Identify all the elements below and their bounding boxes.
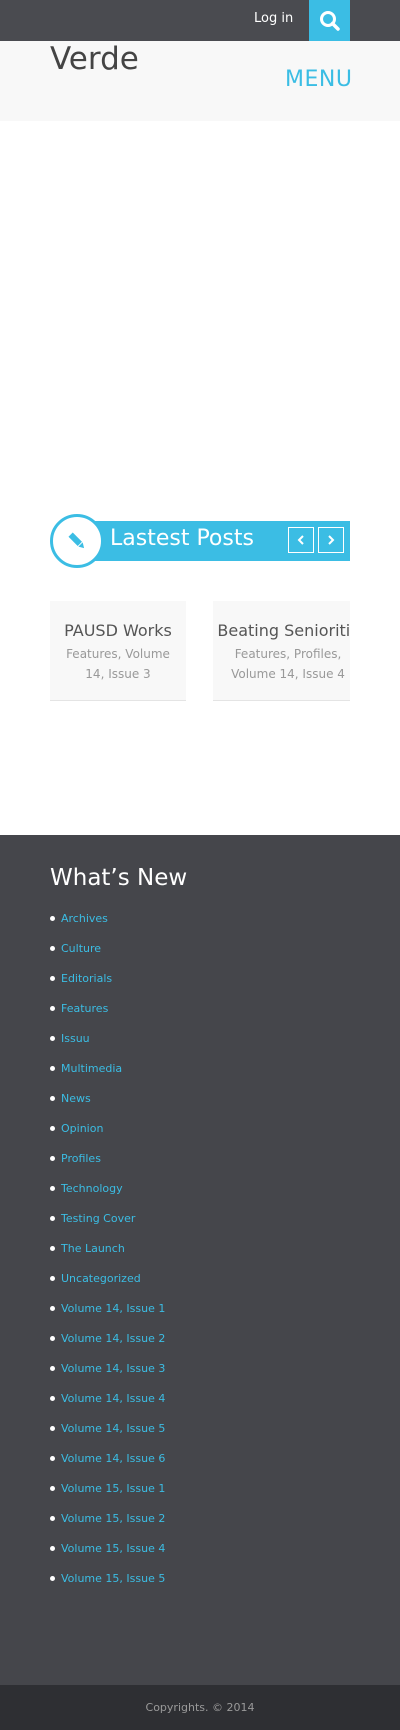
latest-posts-title: Lastest Posts: [110, 526, 254, 551]
category-link[interactable]: Technology: [61, 1182, 123, 1195]
carousel-next-button[interactable]: [318, 527, 344, 553]
category-link[interactable]: Culture: [61, 942, 101, 955]
category-link[interactable]: Issuu: [61, 1032, 90, 1045]
bullet-icon: [50, 1185, 55, 1191]
category-list-item: Volume 15, Issue 5: [50, 1563, 165, 1593]
post-title[interactable]: PAUSD Works: [50, 621, 186, 640]
bullet-icon: [50, 1065, 55, 1071]
site-title[interactable]: Verde: [50, 41, 139, 77]
category-list-item: The Launch: [50, 1233, 165, 1263]
category-list-item: Multimedia: [50, 1053, 165, 1083]
category-list-item: Volume 15, Issue 1: [50, 1473, 165, 1503]
post-title[interactable]: Beating Senioritis: [213, 621, 350, 640]
bullet-icon: [50, 1035, 55, 1041]
category-link[interactable]: Editorials: [61, 972, 112, 985]
bullet-icon: [50, 1425, 55, 1431]
category-list-item: Volume 14, Issue 4: [50, 1383, 165, 1413]
category-link[interactable]: Profiles: [61, 1152, 101, 1165]
category-link[interactable]: Volume 14, Issue 1: [61, 1302, 165, 1315]
category-list-item: Features: [50, 993, 165, 1023]
bullet-icon: [50, 1155, 55, 1161]
category-link[interactable]: Volume 14, Issue 2: [61, 1332, 165, 1345]
category-list-item: Editorials: [50, 963, 165, 993]
category-list-item: Volume 15, Issue 4: [50, 1533, 165, 1563]
category-list-item: Uncategorized: [50, 1263, 165, 1293]
pencil-badge: [50, 514, 104, 568]
bullet-icon: [50, 1485, 55, 1491]
category-list-item: News: [50, 1083, 165, 1113]
post-meta: Features, Profiles, Volume 14, Issue 4: [231, 647, 345, 681]
category-link[interactable]: Volume 14, Issue 4: [61, 1392, 165, 1405]
bullet-icon: [50, 1545, 55, 1551]
bullet-icon: [50, 1515, 55, 1521]
bullet-icon: [50, 975, 55, 981]
search-button[interactable]: [309, 0, 350, 41]
bullet-icon: [50, 1305, 55, 1311]
category-list-item: Testing Cover: [50, 1203, 165, 1233]
bullet-icon: [50, 1365, 55, 1371]
category-link[interactable]: Archives: [61, 912, 108, 925]
site-header: Verde MENU: [0, 41, 400, 121]
category-link[interactable]: Volume 15, Issue 5: [61, 1572, 165, 1585]
bullet-icon: [50, 1455, 55, 1461]
category-link[interactable]: Multimedia: [61, 1062, 122, 1075]
bullet-icon: [50, 1215, 55, 1221]
category-link[interactable]: Volume 15, Issue 1: [61, 1482, 165, 1495]
category-list-item: Volume 14, Issue 2: [50, 1323, 165, 1353]
category-list-item: Volume 14, Issue 3: [50, 1353, 165, 1383]
category-link[interactable]: Volume 15, Issue 2: [61, 1512, 165, 1525]
post-meta: Features, Volume 14, Issue 3: [66, 647, 170, 681]
bullet-icon: [50, 1095, 55, 1101]
copyright-bar: Copyrights. © 2014: [0, 1685, 400, 1730]
category-list-item: Technology: [50, 1173, 165, 1203]
post-card[interactable]: Beating Senioritis Features, Profiles, V…: [213, 601, 350, 701]
category-link[interactable]: News: [61, 1092, 91, 1105]
category-link[interactable]: Volume 14, Issue 3: [61, 1362, 165, 1375]
category-list-item: Archives: [50, 903, 165, 933]
category-link[interactable]: Volume 15, Issue 4: [61, 1542, 165, 1555]
bullet-icon: [50, 1005, 55, 1011]
login-link[interactable]: Log in: [254, 11, 293, 26]
carousel-prev-button[interactable]: [288, 527, 314, 553]
category-list: Archives Culture Editorials Features Issuu Mu…: [50, 903, 165, 1593]
whats-new-title: What’s New: [50, 865, 188, 891]
bullet-icon: [50, 1335, 55, 1341]
category-list-item: Opinion: [50, 1113, 165, 1143]
category-link[interactable]: Features: [61, 1002, 108, 1015]
bullet-icon: [50, 915, 55, 921]
menu-button[interactable]: MENU: [285, 67, 352, 92]
chevron-right-icon: [328, 535, 335, 545]
category-link[interactable]: Opinion: [61, 1122, 103, 1135]
category-list-item: Volume 14, Issue 1: [50, 1293, 165, 1323]
copyright-text: Copyrights. © 2014: [145, 1701, 255, 1714]
bullet-icon: [50, 1245, 55, 1251]
post-card[interactable]: PAUSD Works Features, Volume 14, Issue 3: [50, 601, 186, 701]
bullet-icon: [50, 945, 55, 951]
latest-posts-banner: Lastest Posts: [70, 521, 350, 561]
top-bar: Log in: [0, 0, 400, 41]
category-list-item: Volume 14, Issue 5: [50, 1413, 165, 1443]
search-icon: [319, 10, 340, 31]
category-list-item: Volume 14, Issue 6: [50, 1443, 165, 1473]
category-list-item: Profiles: [50, 1143, 165, 1173]
category-list-item: Issuu: [50, 1023, 165, 1053]
chevron-left-icon: [297, 535, 304, 545]
category-list-item: Volume 15, Issue 2: [50, 1503, 165, 1533]
bullet-icon: [50, 1575, 55, 1581]
pencil-icon: [68, 532, 85, 549]
category-link[interactable]: Volume 14, Issue 6: [61, 1452, 165, 1465]
category-link[interactable]: Uncategorized: [61, 1272, 141, 1285]
category-list-item: Culture: [50, 933, 165, 963]
bullet-icon: [50, 1395, 55, 1401]
category-link[interactable]: Testing Cover: [61, 1212, 135, 1225]
bullet-icon: [50, 1275, 55, 1281]
footer: What’s New Archives Culture Editorials Feat…: [0, 835, 400, 1685]
bullet-icon: [50, 1125, 55, 1131]
category-link[interactable]: Volume 14, Issue 5: [61, 1422, 165, 1435]
post-carousel: PAUSD Works Features, Volume 14, Issue 3…: [50, 601, 350, 703]
category-link[interactable]: The Launch: [61, 1242, 125, 1255]
